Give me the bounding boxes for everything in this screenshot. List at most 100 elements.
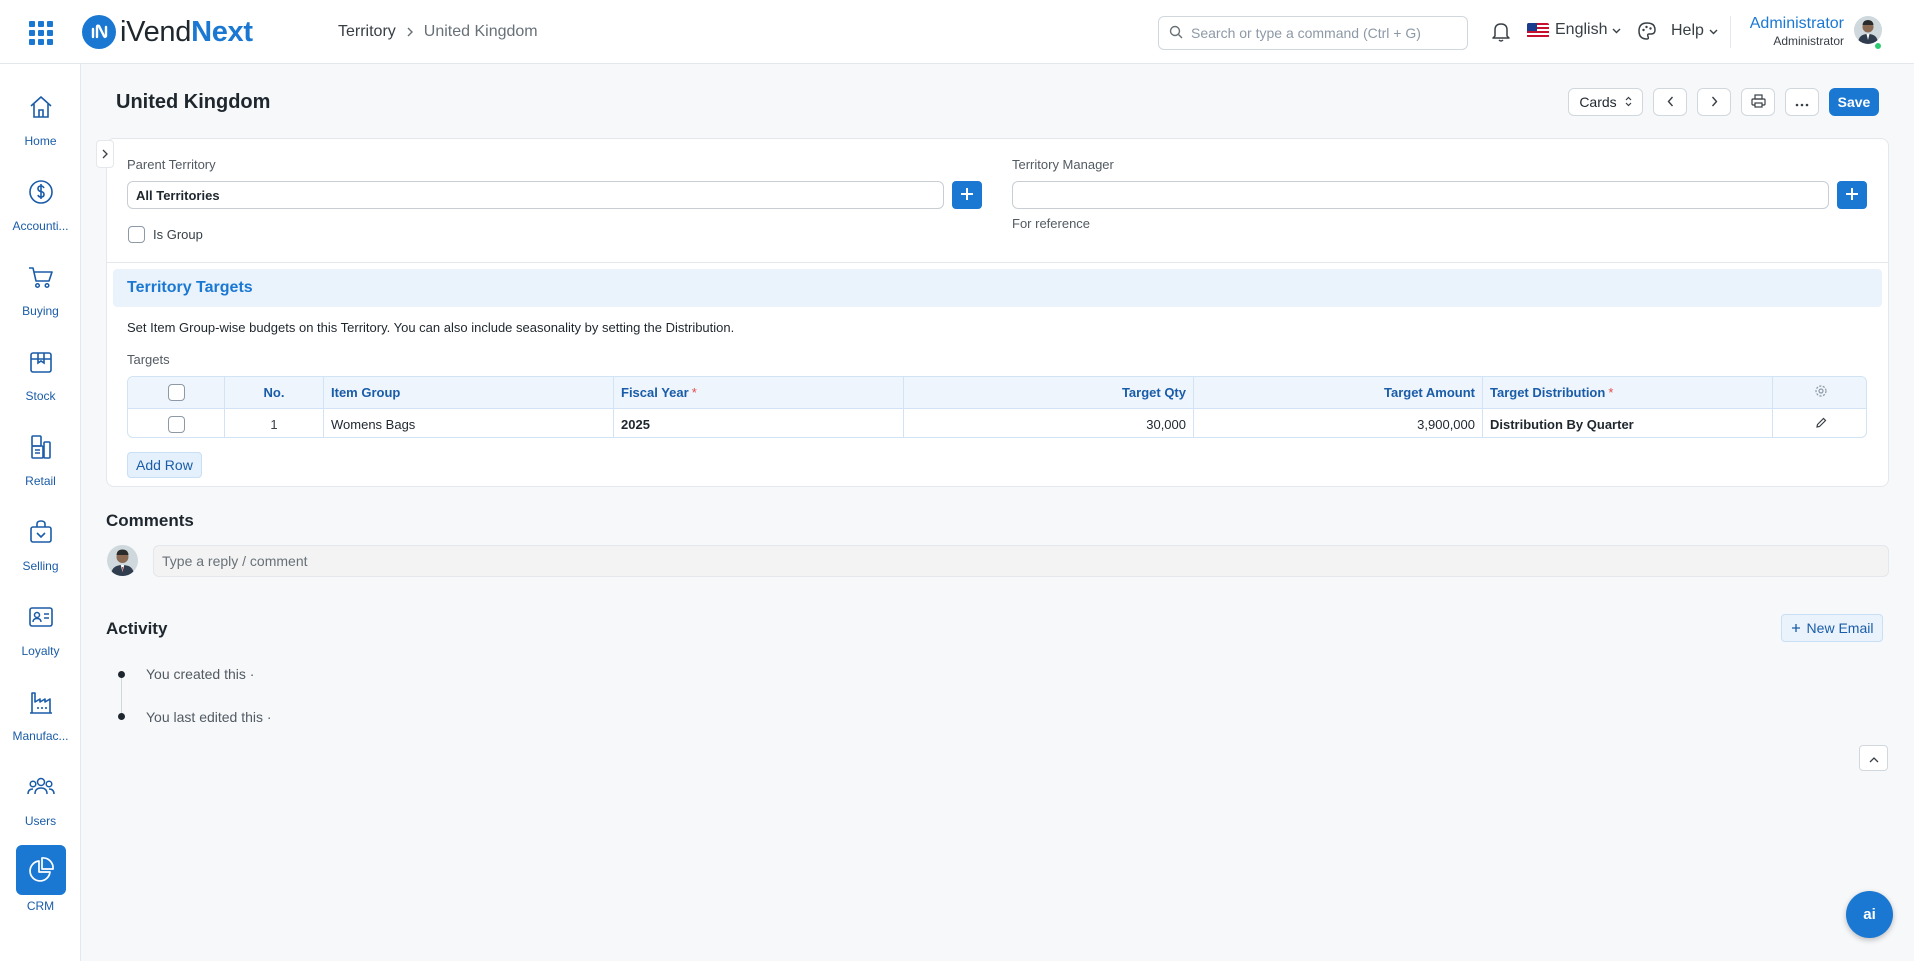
column-header-no: No. <box>225 377 324 408</box>
home-icon <box>24 90 58 124</box>
column-header-fiscal-year: Fiscal Year * <box>614 377 904 408</box>
timeline-dot <box>118 671 125 678</box>
targets-table-label: Targets <box>127 352 170 367</box>
required-marker: * <box>691 385 697 400</box>
sidebar-item-label: Selling <box>22 559 59 573</box>
column-header-label: Fiscal Year <box>621 385 689 400</box>
prev-record-button[interactable] <box>1653 88 1687 116</box>
select-all-checkbox[interactable] <box>167 384 185 401</box>
user-role: Administrator <box>1773 34 1844 48</box>
brand-prefix: iVend <box>120 15 192 48</box>
view-select-label: Cards <box>1579 94 1617 110</box>
shopping-bag-icon <box>24 515 58 549</box>
print-button[interactable] <box>1741 88 1775 116</box>
table-row[interactable]: 1 Womens Bags 2025 30,000 3,900,000 Dist… <box>128 409 1866 437</box>
chevron-left-icon <box>1667 94 1674 110</box>
breadcrumb-current[interactable]: United Kingdom <box>424 23 538 41</box>
territory-targets-section-header[interactable]: Territory Targets <box>113 269 1882 307</box>
apps-grid-icon[interactable] <box>29 21 53 45</box>
user-menu[interactable]: Administrator Administrator <box>1746 15 1844 48</box>
more-dots-icon <box>1795 94 1809 110</box>
ai-assistant-button[interactable]: ai <box>1846 891 1893 938</box>
pie-chart-icon <box>15 845 66 895</box>
next-record-button[interactable] <box>1697 88 1731 116</box>
view-select-button[interactable]: Cards <box>1568 88 1643 116</box>
help-menu[interactable]: Help <box>1671 22 1718 40</box>
sidebar-item-crm[interactable]: CRM <box>0 845 81 913</box>
column-header-target-amount: Target Amount <box>1194 377 1483 408</box>
edit-row-cell[interactable] <box>1773 409 1866 437</box>
comment-input[interactable] <box>153 545 1889 577</box>
sidebar-item-accounting[interactable]: Accounti... <box>0 175 81 233</box>
app-logo[interactable]: iVendNext <box>82 15 253 49</box>
breadcrumb: Territory United Kingdom <box>338 23 538 41</box>
new-email-label: New Email <box>1806 620 1874 636</box>
target-qty-cell[interactable]: 30,000 <box>904 409 1194 437</box>
sort-arrows-icon <box>1625 94 1632 110</box>
add-territory-manager-button[interactable] <box>1837 181 1867 209</box>
targets-table: No. Item Group Fiscal Year * Target Qty T… <box>127 376 1867 438</box>
id-card-icon <box>24 600 58 634</box>
sidebar-item-loyalty[interactable]: Loyalty <box>0 600 81 658</box>
sidebar-item-manufacturing[interactable]: Manufac... <box>0 685 81 743</box>
language-selector[interactable]: English <box>1527 21 1621 39</box>
comments-title: Comments <box>106 511 194 530</box>
notification-bell-icon[interactable] <box>1491 21 1511 46</box>
sidebar-item-label: Home <box>24 134 57 148</box>
box-icon <box>24 345 58 379</box>
sidebar-item-label: Retail <box>25 474 56 488</box>
is-group-label: Is Group <box>153 227 203 242</box>
sidebar-item-selling[interactable]: Selling <box>0 515 81 573</box>
sidebar-item-retail[interactable]: Retail <box>0 430 81 488</box>
chevron-down-icon <box>1612 21 1621 39</box>
sidebar: Home Accounti... Buying Stock Retail Sel… <box>0 64 81 961</box>
sidebar-item-label: Loyalty <box>21 644 60 658</box>
item-group-cell[interactable]: Womens Bags <box>324 409 614 437</box>
logo-mark-icon <box>82 15 116 49</box>
scroll-to-top-button[interactable] <box>1859 745 1888 771</box>
sidebar-item-users[interactable]: Users <box>0 770 81 828</box>
chevron-right-icon <box>102 146 108 162</box>
online-status-dot <box>1874 42 1882 50</box>
activity-item: You created this · <box>146 666 255 682</box>
chevron-up-icon <box>1869 750 1879 766</box>
target-amount-cell[interactable]: 3,900,000 <box>1194 409 1483 437</box>
search-bar[interactable] <box>1158 16 1468 50</box>
users-icon <box>24 770 58 804</box>
section-divider <box>107 262 1888 263</box>
user-avatar[interactable] <box>1854 16 1882 44</box>
page-title: United Kingdom <box>116 91 271 113</box>
fiscal-year-cell[interactable]: 2025 <box>614 409 904 437</box>
parent-territory-field[interactable]: All Territories <box>127 181 944 209</box>
ai-label: ai <box>1863 906 1876 923</box>
table-header-row: No. Item Group Fiscal Year * Target Qty T… <box>128 377 1866 409</box>
sidebar-item-home[interactable]: Home <box>0 90 81 148</box>
row-select-cell <box>128 409 225 437</box>
help-label: Help <box>1671 22 1704 39</box>
palette-icon[interactable] <box>1637 21 1657 44</box>
add-parent-territory-button[interactable] <box>952 181 982 209</box>
sidebar-toggle-button[interactable] <box>96 140 114 168</box>
target-distribution-cell[interactable]: Distribution By Quarter <box>1483 409 1773 437</box>
gear-icon <box>1814 384 1828 401</box>
is-group-checkbox[interactable] <box>128 226 145 243</box>
more-actions-button[interactable] <box>1785 88 1819 116</box>
territory-manager-field[interactable] <box>1012 181 1829 209</box>
column-header-target-qty: Target Qty <box>904 377 1194 408</box>
section-description: Set Item Group-wise budgets on this Terr… <box>127 320 735 335</box>
breadcrumb-territory[interactable]: Territory <box>338 23 396 41</box>
row-checkbox[interactable] <box>167 415 185 433</box>
add-row-button[interactable]: Add Row <box>127 452 202 478</box>
save-button[interactable]: Save <box>1829 88 1879 116</box>
plus-icon <box>960 187 974 204</box>
timeline-dot <box>118 713 125 720</box>
column-header-label: Target Distribution <box>1490 385 1606 400</box>
new-email-button[interactable]: New Email <box>1781 614 1883 642</box>
printer-icon <box>1750 93 1766 111</box>
sidebar-item-stock[interactable]: Stock <box>0 345 81 403</box>
column-settings-cell[interactable] <box>1773 377 1866 408</box>
timeline-line <box>121 676 122 716</box>
search-input[interactable] <box>1191 25 1451 41</box>
sidebar-item-label: Stock <box>25 389 56 403</box>
sidebar-item-buying[interactable]: Buying <box>0 260 81 318</box>
